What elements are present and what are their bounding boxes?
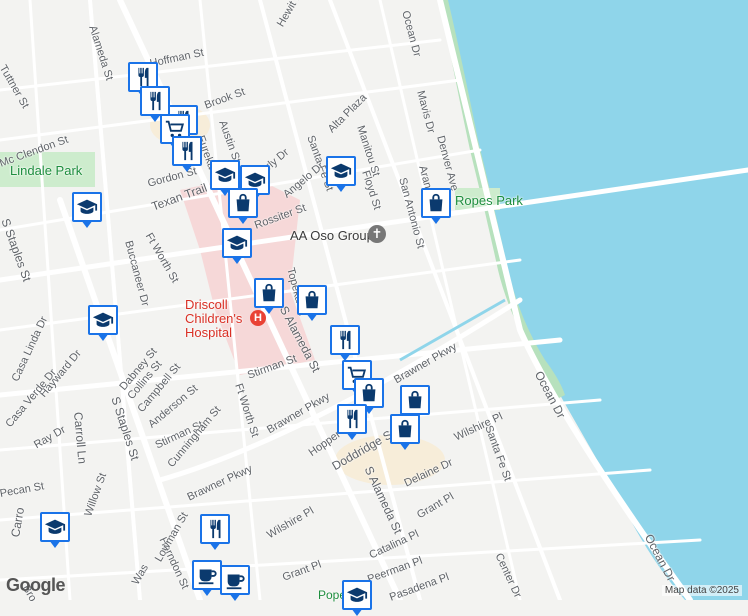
school-pin[interactable] [222, 228, 252, 264]
graduation-cap-icon [346, 587, 368, 602]
school-pin[interactable] [342, 580, 372, 616]
graduation-cap-icon [92, 312, 114, 327]
cafe-pin[interactable] [192, 560, 222, 596]
shopping-pin[interactable] [421, 188, 451, 224]
shopping-bag-icon [305, 290, 319, 309]
shopping-bag-icon [429, 193, 443, 212]
map-data-attribution[interactable]: Map data ©2025 [661, 585, 742, 596]
restaurant-icon [340, 330, 351, 350]
shopping-pin[interactable] [390, 414, 420, 450]
shopping-bag-icon [262, 283, 276, 302]
restaurant-icon [150, 91, 161, 111]
restaurant-pin[interactable] [140, 86, 170, 122]
graduation-cap-icon [44, 519, 66, 534]
restaurant-icon [347, 409, 358, 429]
shopping-bag-icon [236, 193, 250, 212]
graduation-cap-icon [226, 235, 248, 250]
cafe-pin[interactable] [220, 565, 250, 601]
shopping-bag-icon [408, 390, 422, 409]
restaurant-icon [210, 519, 221, 539]
restaurant-icon [182, 141, 193, 161]
lindale-park-area [0, 152, 95, 187]
coffee-cup-icon [226, 574, 245, 590]
restaurant-pin[interactable] [337, 404, 367, 440]
school-pin[interactable] [72, 192, 102, 228]
aa-oso-group-icon[interactable]: ✝ [368, 225, 386, 243]
graduation-cap-icon [330, 163, 352, 178]
graduation-cap-icon [76, 199, 98, 214]
shopping-bag-icon [362, 383, 376, 402]
school-pin[interactable] [210, 160, 240, 196]
restaurant-pin[interactable] [172, 136, 202, 172]
graduation-cap-icon [214, 167, 236, 182]
school-pin[interactable] [88, 305, 118, 341]
map-canvas[interactable] [0, 0, 748, 600]
shopping-bag-icon [398, 419, 412, 438]
shopping-pin[interactable] [228, 188, 258, 224]
restaurant-pin[interactable] [200, 514, 230, 550]
school-pin[interactable] [40, 512, 70, 548]
school-pin[interactable] [326, 156, 356, 192]
coffee-cup-icon [198, 569, 217, 585]
restaurant-icon [138, 67, 149, 87]
shopping-pin[interactable] [400, 385, 430, 421]
shopping-pin[interactable] [254, 278, 284, 314]
restaurant-pin[interactable] [330, 325, 360, 361]
shopping-pin[interactable] [297, 285, 327, 321]
google-logo: Google [6, 575, 66, 595]
